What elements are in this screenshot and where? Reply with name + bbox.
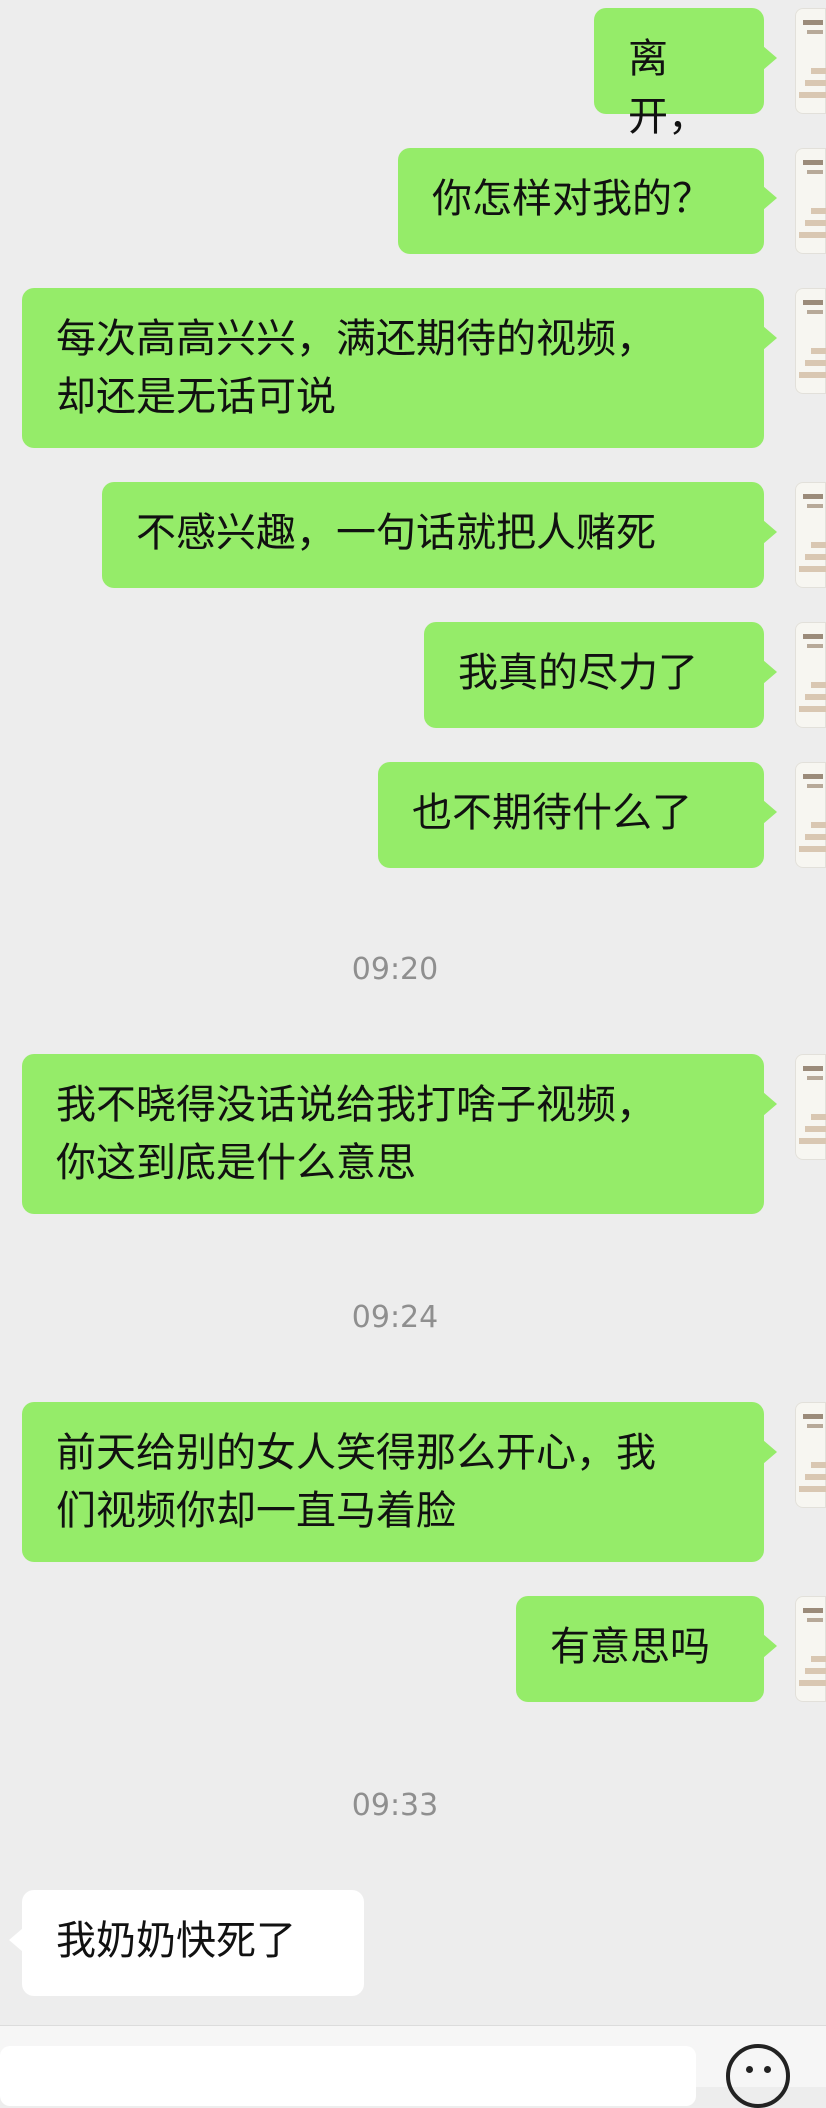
message-bubble-sent[interactable]: 也不期待什么了 [378,762,777,868]
emoji-icon[interactable] [726,2044,790,2108]
message-bubble-sent[interactable]: 我不晓得没话说给我打啥子视频， 你这到底是什么意思 [22,1054,777,1214]
message-input[interactable] [0,2046,696,2106]
message-bubble-sent[interactable]: 每次高高兴兴，满还期待的视频， 却还是无话可说 [22,288,777,448]
avatar[interactable] [795,1054,826,1160]
message-bubble-sent[interactable]: 你怎样对我的？ [398,148,777,254]
chat-area: 离开， 你怎样对我的？ 每次高高兴兴，满还期待的视频， 却还是无话可说 不感兴趣… [0,0,826,2025]
avatar[interactable] [795,148,826,254]
message-bubble-sent[interactable]: 我真的尽力了 [424,622,777,728]
avatar[interactable] [795,762,826,868]
avatar[interactable] [795,8,826,114]
avatar[interactable] [795,1402,826,1508]
timestamp: 09:24 [351,1300,439,1335]
message-bubble-sent[interactable]: 前天给别的女人笑得那么开心，我 们视频你却一直马着脸 [22,1402,777,1562]
message-bubble-sent[interactable]: 不感兴趣，一句话就把人赌死 [102,482,777,588]
input-bar [0,2025,826,2108]
timestamp: 09:33 [351,1788,439,1823]
avatar[interactable] [795,482,826,588]
avatar[interactable] [795,288,826,394]
message-bubble-received[interactable]: 我奶奶快死了 [9,1890,364,1996]
message-bubble-sent[interactable]: 离开， [594,8,777,140]
avatar[interactable] [795,1596,826,1702]
message-bubble-sent[interactable]: 有意思吗 [516,1596,777,1702]
timestamp: 09:20 [351,952,439,987]
avatar[interactable] [795,622,826,728]
